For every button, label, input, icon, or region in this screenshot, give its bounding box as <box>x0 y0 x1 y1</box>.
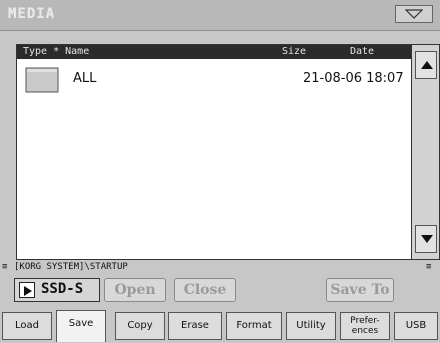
tab-bar: Load Save Copy Erase Format Utility Pref… <box>0 310 440 343</box>
title-bar: MEDIA <box>0 0 440 31</box>
arrow-down-icon <box>421 235 433 243</box>
tab-label: Utility <box>296 320 326 331</box>
arrow-up-icon <box>421 61 433 69</box>
triangle-down-icon <box>405 9 423 19</box>
list-item[interactable]: ALL 21-08-06 18:07 <box>17 59 411 93</box>
file-name: ALL <box>73 71 97 86</box>
triangle-right-icon <box>24 286 32 296</box>
action-bar: SSD-S Open Close Save To <box>0 274 440 306</box>
path-left-marker: ≡ <box>2 262 8 272</box>
scroll-up-button[interactable] <box>415 51 437 79</box>
tab-label: USB <box>405 320 427 331</box>
file-date: 21-08-06 18:07 <box>303 71 404 86</box>
path-right-marker: ≡ <box>426 262 432 272</box>
list-body: ALL 21-08-06 18:07 <box>17 59 411 259</box>
tab-copy[interactable]: Copy <box>115 312 165 340</box>
page-title: MEDIA <box>8 6 56 22</box>
list-header: Type * Name Size Date <box>17 45 411 59</box>
device-arrow-button[interactable] <box>19 282 35 298</box>
tab-label: Copy <box>127 320 153 331</box>
save-to-button[interactable]: Save To <box>326 278 394 302</box>
device-label: SSD-S <box>41 281 84 297</box>
current-path: ≡ [KORG SYSTEM]\STARTUP ≡ <box>0 260 440 274</box>
file-list: Type * Name Size Date ALL 21-08-06 18:07 <box>16 44 440 260</box>
tab-preferences[interactable]: Prefer- ences <box>340 312 390 340</box>
scrollbar[interactable] <box>411 45 439 259</box>
tab-usb[interactable]: USB <box>394 312 438 340</box>
column-header-type-name[interactable]: Type * Name <box>23 45 89 59</box>
tab-label: Save <box>68 318 94 329</box>
tab-utility[interactable]: Utility <box>286 312 336 340</box>
scroll-down-button[interactable] <box>415 225 437 253</box>
tab-erase[interactable]: Erase <box>168 312 222 340</box>
tab-label: Load <box>15 320 39 331</box>
device-selector[interactable]: SSD-S <box>14 278 100 302</box>
media-screen: MEDIA Type * Name Size Date ALL 21-08-06… <box>0 0 440 343</box>
tab-format[interactable]: Format <box>226 312 282 340</box>
tab-label: Format <box>236 320 272 331</box>
folder-icon <box>25 67 59 93</box>
tab-save[interactable]: Save <box>56 310 106 342</box>
open-button[interactable]: Open <box>104 278 166 302</box>
path-text: [KORG SYSTEM]\STARTUP <box>14 262 128 272</box>
close-button[interactable]: Close <box>174 278 236 302</box>
tab-label: Prefer- ences <box>350 316 380 336</box>
tab-label: Erase <box>181 320 209 331</box>
tab-load[interactable]: Load <box>2 312 52 340</box>
column-header-date[interactable]: Date <box>350 45 374 59</box>
page-menu-button[interactable] <box>395 5 433 23</box>
column-header-size[interactable]: Size <box>282 45 306 59</box>
